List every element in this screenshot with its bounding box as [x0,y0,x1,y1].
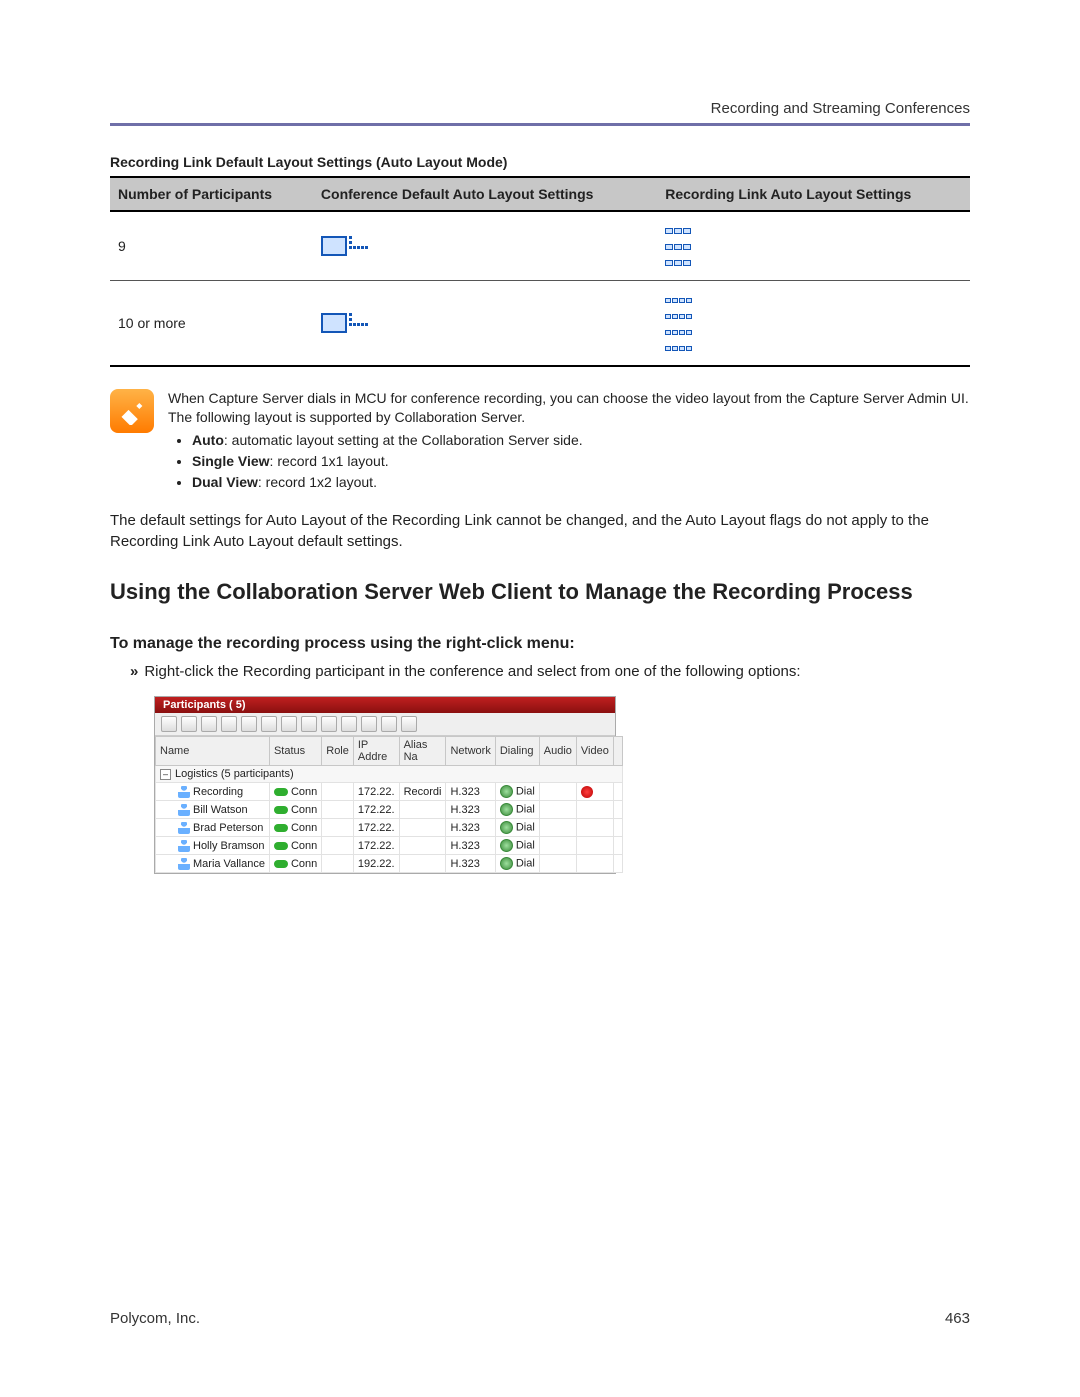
grid-3x3-icon [665,222,692,270]
grid-col-role[interactable]: Role [322,737,354,766]
group-row[interactable]: –Logistics (5 participants) [156,766,623,783]
section-heading: Using the Collaboration Server Web Clien… [110,578,970,606]
grid-col-name[interactable]: Name [156,737,270,766]
grid-col-video[interactable]: Video [576,737,613,766]
toolbar-icon[interactable] [341,716,357,732]
grid-col-dialing[interactable]: Dialing [495,737,539,766]
status-connected-icon [274,788,288,796]
participants-panel: Participants ( 5) Name Status Role IP Ad… [154,696,616,874]
toolbar-icon[interactable] [321,716,337,732]
group-label: Logistics (5 participants) [175,768,294,780]
cell-rec-layout [657,211,970,281]
body-paragraph: The default settings for Auto Layout of … [110,511,970,552]
layout-preview-icon [321,313,369,333]
table-row: 10 or more [110,281,970,367]
status-connected-icon [274,842,288,850]
note-callout: When Capture Server dials in MCU for con… [110,389,970,493]
cell-conf-layout [313,281,657,367]
cell-participants: 10 or more [110,281,313,367]
dial-icon [500,839,513,852]
grid-4x4-icon [665,291,693,355]
layout-settings-table: Number of Participants Conference Defaul… [110,176,970,367]
toolbar-icon[interactable] [241,716,257,732]
cell-rec-layout [657,281,970,367]
dial-icon [500,803,513,816]
layout-preview-icon [321,236,369,256]
toolbar-icon[interactable] [381,716,397,732]
dial-icon [500,821,513,834]
recording-icon [581,786,593,798]
instruction-line: » Right-click the Recording participant i… [130,663,970,680]
table-row: 9 [110,211,970,281]
dial-icon [500,785,513,798]
toolbar-icon[interactable] [361,716,377,732]
callout-intro: When Capture Server dials in MCU for con… [168,389,970,427]
callout-item: Auto: automatic layout setting at the Co… [192,431,970,450]
participant-row[interactable]: Bill WatsonConn172.22.H.323Dial [156,801,623,819]
grid-col-audio[interactable]: Audio [539,737,576,766]
toolbar-icon[interactable] [161,716,177,732]
participant-row[interactable]: Holly BramsonConn172.22.H.323Dial [156,837,623,855]
callout-item: Single View: record 1x1 layout. [192,452,970,471]
toolbar-icon[interactable] [201,716,217,732]
dial-icon [500,857,513,870]
grid-col-extra[interactable] [613,737,622,766]
status-connected-icon [274,860,288,868]
participants-title: Participants ( 5) [155,697,615,713]
grid-col-network[interactable]: Network [446,737,495,766]
col-conf-default: Conference Default Auto Layout Settings [313,177,657,211]
grid-col-ip[interactable]: IP Addre [353,737,399,766]
participant-row[interactable]: Brad PetersonConn172.22.H.323Dial [156,819,623,837]
toolbar-icon[interactable] [281,716,297,732]
participant-row[interactable]: Maria VallanceConn192.22.H.323Dial [156,855,623,873]
col-rec-link: Recording Link Auto Layout Settings [657,177,970,211]
status-connected-icon [274,824,288,832]
note-icon [110,389,154,433]
grid-col-status[interactable]: Status [269,737,321,766]
participant-icon [178,858,190,870]
layout-table-title: Recording Link Default Layout Settings (… [110,154,970,170]
callout-item: Dual View: record 1x2 layout. [192,473,970,492]
subsection-heading: To manage the recording process using th… [110,635,970,653]
cell-conf-layout [313,211,657,281]
tree-collapse-icon[interactable]: – [160,769,171,780]
instruction-marker: » [130,663,138,680]
participant-icon [178,786,190,798]
toolbar-icon[interactable] [401,716,417,732]
toolbar-icon[interactable] [221,716,237,732]
participant-icon [178,840,190,852]
participant-row[interactable]: RecordingConn172.22.RecordiH.323Dial [156,783,623,801]
toolbar-icon[interactable] [301,716,317,732]
footer-company: Polycom, Inc. [110,1310,200,1327]
header-rule [110,123,970,126]
participants-toolbar [155,713,615,736]
footer-page: 463 [945,1310,970,1327]
grid-col-alias[interactable]: Alias Na [399,737,446,766]
participant-icon [178,804,190,816]
toolbar-icon[interactable] [181,716,197,732]
status-connected-icon [274,806,288,814]
cell-participants: 9 [110,211,313,281]
participant-icon [178,822,190,834]
col-participants: Number of Participants [110,177,313,211]
instruction-text: Right-click the Recording participant in… [144,663,800,680]
page-footer: Polycom, Inc. 463 [110,1310,970,1327]
participants-grid: Name Status Role IP Addre Alias Na Netwo… [155,736,623,873]
header-section-title: Recording and Streaming Conferences [110,100,970,117]
toolbar-icon[interactable] [261,716,277,732]
